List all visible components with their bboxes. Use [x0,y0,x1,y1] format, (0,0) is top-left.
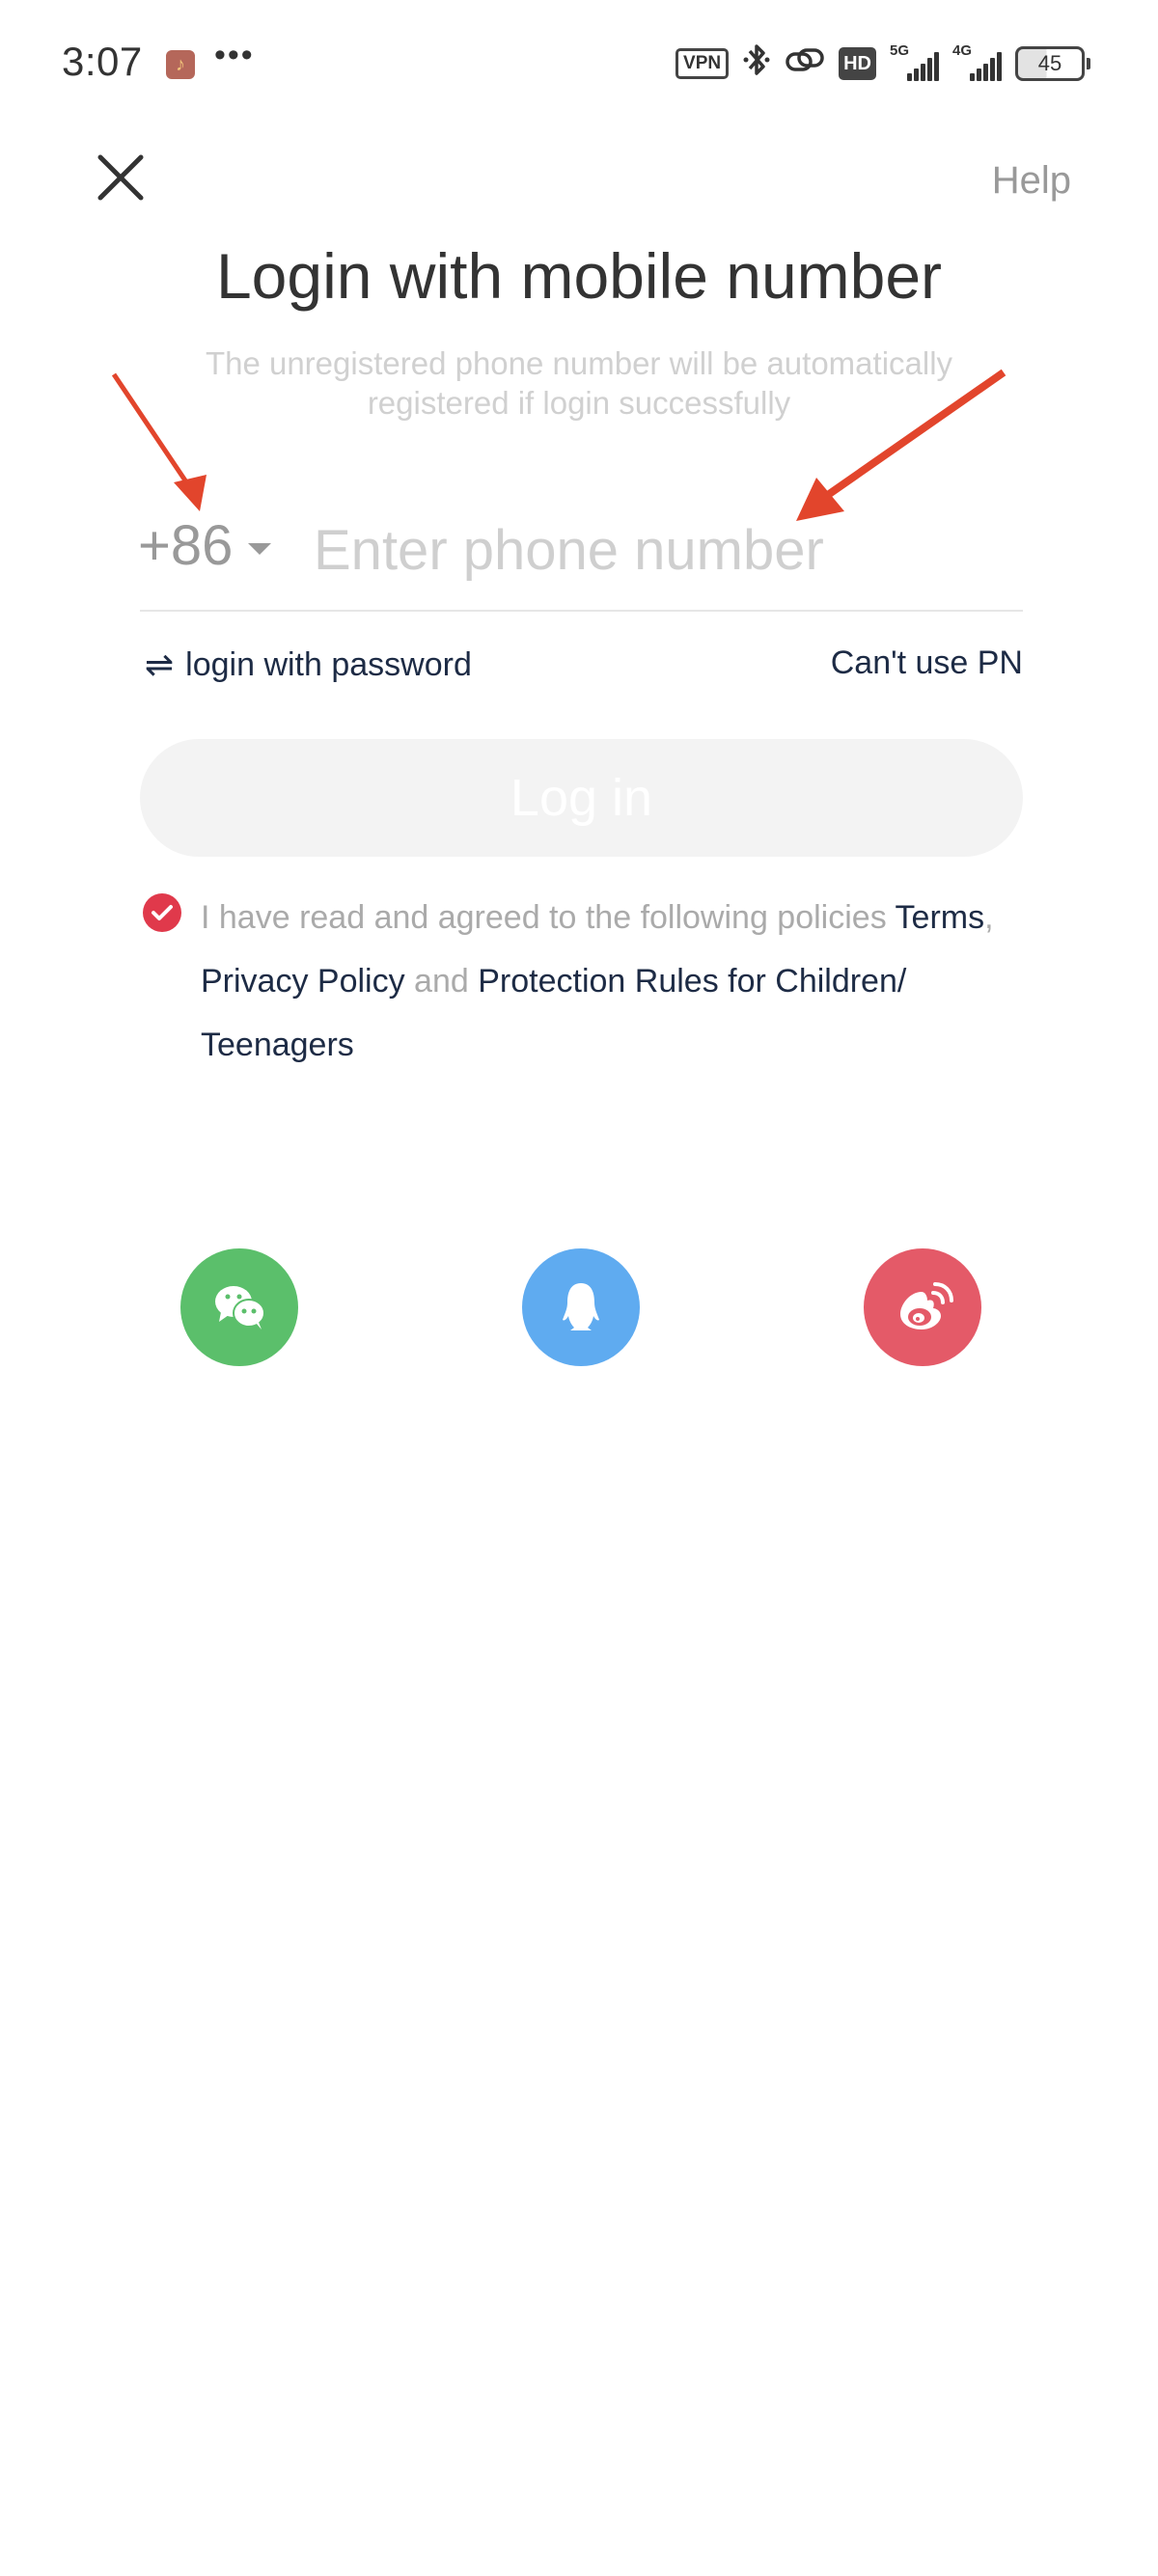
hd-voice-icon: HD [839,47,876,80]
checkmark-icon [152,905,173,920]
country-code-selector[interactable]: +86 [138,513,272,578]
page-title: Login with mobile number [215,240,943,312]
help-link[interactable]: Help [992,159,1071,203]
country-code-value: +86 [138,514,234,577]
more-notifications-icon: ••• [214,37,255,73]
battery-level: 45 [1015,46,1085,81]
close-icon [97,154,144,201]
input-divider [140,610,1023,612]
wechat-login-button[interactable] [180,1248,298,1366]
switch-arrows-icon: ⇌ [145,644,175,684]
music-note-icon: ♪ [166,50,195,79]
qq-login-button[interactable] [522,1248,640,1366]
policy-and: and [404,963,479,1000]
policy-agree-checkbox[interactable] [143,893,181,932]
battery-icon: 45 [1015,46,1090,81]
close-button[interactable] [93,150,149,206]
login-button[interactable]: Log in [140,739,1023,857]
qq-penguin-icon [563,1283,599,1330]
page-subtitle: The unregistered phone number will be au… [205,345,953,421]
phone-number-input[interactable] [314,511,1018,589]
bluetooth-icon [742,41,771,88]
wechat-icon [215,1286,265,1329]
login-with-password-label: login with password [185,645,472,683]
terms-link[interactable]: Terms [896,899,985,936]
policy-prefix: I have read and agreed to the following … [201,899,896,936]
status-icons: VPN HD 5G 4G 45 [676,42,1090,85]
link-icon [785,41,825,88]
chevron-down-icon [248,542,272,555]
cant-use-phone-link[interactable]: Can't use PN [831,644,1023,682]
weibo-login-button[interactable] [864,1248,981,1366]
policy-text: I have read and agreed to the following … [201,899,994,1063]
signal-4g-icon: 4G [952,42,1002,81]
weibo-icon [900,1282,953,1329]
signal-5g-icon: 5G [890,42,939,81]
login-with-password-link[interactable]: ⇌ login with password [145,644,472,685]
status-time: 3:07 [62,39,143,84]
vpn-icon: VPN [676,48,730,79]
privacy-policy-link[interactable]: Privacy Policy [201,963,405,1000]
